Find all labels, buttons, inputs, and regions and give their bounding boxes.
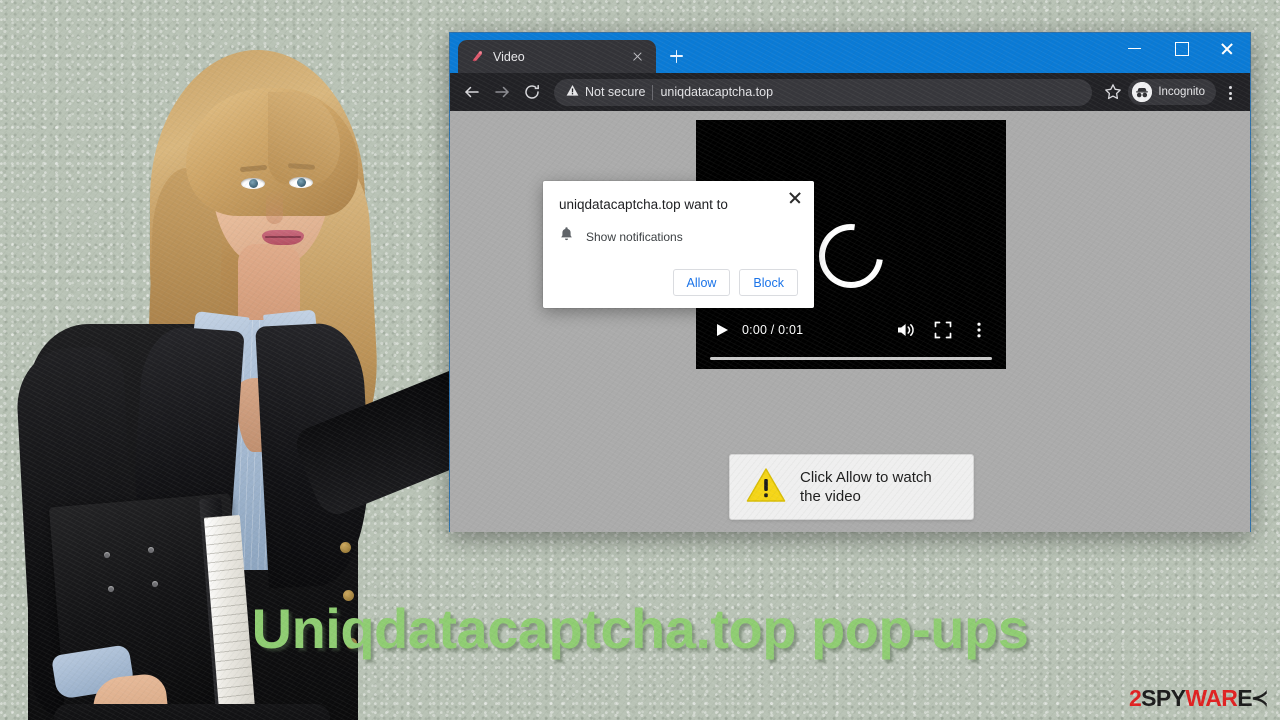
logo-part-spy: SPY [1141,685,1186,711]
browser-toolbar: Not secure uniqdatacaptcha.top Incognito [450,73,1250,111]
video-controls: 0:00 / 0:01 [696,315,1006,345]
folder-rivet [104,552,110,558]
video-progress-bar[interactable] [710,356,992,360]
tab-title: Video [493,49,525,64]
browser-window: Video Not secure uniqdatacaptcha.top Inc… [449,32,1251,532]
video-more-icon[interactable] [966,319,992,341]
security-label: Not secure [585,85,646,99]
incognito-icon [1132,82,1153,102]
site-logo: 2 SPY WAR E ≺ [1128,685,1269,712]
dialog-close-icon[interactable] [785,188,805,208]
security-status[interactable]: Not secure [566,84,645,100]
address-bar[interactable]: Not secure uniqdatacaptcha.top [554,78,1093,106]
iris-left [249,179,258,188]
new-tab-button[interactable] [662,42,690,70]
video-time: 0:00 / 0:01 [742,323,804,337]
back-arrow-icon[interactable] [458,78,486,106]
screenshot-stage: Video Not secure uniqdatacaptcha.top Inc… [0,0,1280,720]
minimize-icon[interactable] [1112,33,1158,63]
callout-text: Click Allow to watch the video [800,468,932,506]
loading-spinner-icon [806,211,896,301]
incognito-label: Incognito [1158,86,1205,98]
blazer-button [340,542,351,553]
reload-icon[interactable] [518,78,546,106]
browser-tab[interactable]: Video [458,40,656,73]
incognito-indicator[interactable]: Incognito [1128,79,1216,105]
kebab-menu-icon[interactable] [1218,78,1242,106]
logo-chevron-icon: ≺ [1251,687,1269,710]
notification-permission-dialog: uniqdatacaptcha.top want to Show notific… [543,181,814,308]
forward-arrow-icon[interactable] [488,78,516,106]
page-viewport: 0:00 / 0:01 Click Allow to watch the vid… [450,111,1250,532]
nose [266,190,283,224]
tab-strip: Video [450,33,690,73]
logo-part-2: 2 [1128,685,1142,711]
permission-label: Show notifications [586,229,683,244]
lips [262,230,304,245]
tab-close-icon[interactable] [629,48,646,65]
callout-line-1: Click Allow to watch [800,468,932,486]
star-icon[interactable] [1100,79,1126,105]
iris-right [297,178,306,187]
skirt [54,704,330,720]
browser-titlebar: Video [450,33,1250,73]
click-allow-callout: Click Allow to watch the video [729,454,974,520]
permission-row: Show notifications [559,226,798,247]
dialog-title: uniqdatacaptcha.top want to [559,197,728,212]
warning-triangle-icon [566,84,579,100]
dialog-actions: Allow Block [559,269,798,296]
logo-part-war: WAR [1185,685,1238,711]
bell-icon [559,226,574,247]
window-controls [1112,33,1250,63]
block-button[interactable]: Block [739,269,798,296]
fullscreen-icon[interactable] [930,319,956,341]
warning-triangle-icon [746,467,786,508]
url-text: uniqdatacaptcha.top [660,85,774,99]
callout-line-2: the video [800,488,861,505]
omnibox-divider [652,84,654,100]
close-icon[interactable] [1204,33,1250,63]
page-title: Uniqdatacaptcha.top pop-ups [251,597,1029,660]
folder-rivet [108,586,114,592]
logo-part-e: E [1237,685,1252,711]
video-favicon [470,49,485,64]
folder-rivet [152,581,158,587]
play-icon[interactable] [710,319,732,341]
volume-icon[interactable] [894,319,920,341]
folder-rivet [148,547,154,553]
maximize-icon[interactable] [1158,33,1204,63]
allow-button[interactable]: Allow [672,269,731,296]
